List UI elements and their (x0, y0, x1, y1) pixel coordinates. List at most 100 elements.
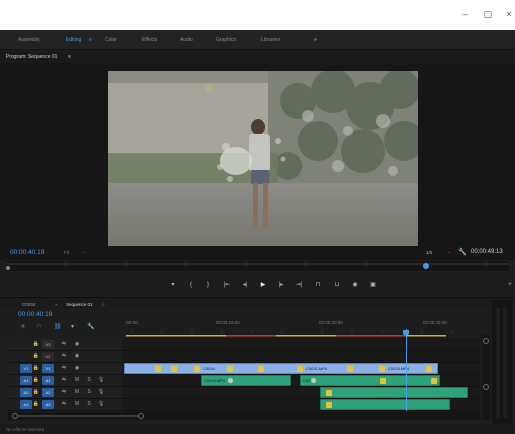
solo-button[interactable]: S (85, 401, 93, 408)
video-clip-track-v1[interactable]: C0034 C0031.MP4 C0033.MP4 (124, 363, 438, 374)
step-forward-icon[interactable]: |▸ (276, 281, 286, 289)
scroll-thumb[interactable] (18, 415, 138, 417)
workspace-tab-audio[interactable]: Audio (180, 37, 193, 43)
chevron-down-icon[interactable]: ⌄ (447, 249, 451, 255)
timeline-menu-icon[interactable]: ≡ (102, 302, 105, 307)
mark-out-icon[interactable]: } (203, 281, 213, 289)
lock-icon[interactable]: 🔒 (32, 365, 40, 372)
scroll-handle-bottom[interactable] (483, 384, 489, 390)
source-patch-a3[interactable]: A3 (20, 400, 32, 409)
track-label[interactable]: A1 (42, 376, 54, 385)
track-label[interactable]: V1 (42, 364, 54, 373)
workspace-tab-effects[interactable]: Effects (142, 37, 157, 43)
source-patch-a1[interactable]: A1 (20, 376, 32, 385)
workspace-tab-assembly[interactable]: Assembly (18, 37, 40, 43)
sync-lock-icon[interactable]: ⇆ (60, 377, 68, 384)
vertical-scrollbar[interactable] (482, 334, 490, 420)
workspace-menu-icon[interactable]: ≡ (89, 37, 92, 43)
eye-icon[interactable]: ◉ (73, 341, 81, 348)
tab-sequence[interactable]: Sequence 01 (66, 302, 93, 307)
close-tab-icon[interactable]: × (55, 302, 58, 307)
lift-icon[interactable]: ⊓ (313, 281, 323, 289)
video-frame (108, 71, 418, 246)
track-label[interactable]: A3 (42, 400, 54, 409)
audio-clip-a3[interactable] (320, 399, 450, 410)
scroll-handle-right[interactable] (138, 413, 144, 419)
mute-button[interactable]: M (73, 389, 81, 396)
program-menu-icon[interactable]: ≡ (68, 54, 71, 60)
scrub-start-handle (6, 266, 10, 270)
minimize-button[interactable]: – (458, 8, 472, 20)
play-icon[interactable]: ▶ (258, 281, 268, 289)
zoom-fit-select[interactable]: Fit (64, 250, 69, 255)
lock-icon[interactable]: 🔒 (32, 353, 40, 360)
solo-button[interactable]: S (85, 389, 93, 396)
lock-icon[interactable]: 🔒 (32, 401, 40, 408)
ruler-label: 00:00:30:00 (319, 320, 343, 325)
track-label[interactable]: V2 (42, 352, 54, 361)
timeline-header: 00:00:40:19 ⊰ ∩ ⛓ ▾ 🔧 -00:00 00:00:15:00… (0, 309, 515, 338)
eye-icon[interactable]: ◉ (73, 353, 81, 360)
scroll-handle-top[interactable] (483, 338, 489, 344)
restore-button[interactable]: ▢ (481, 8, 495, 20)
monitor-scrub-bar[interactable] (6, 261, 509, 271)
mute-button[interactable]: M (73, 401, 81, 408)
track-label[interactable]: A2 (42, 388, 54, 397)
settings-wrench-icon[interactable]: 🔧 (87, 323, 94, 330)
add-button-icon[interactable]: + (505, 281, 515, 289)
step-back-icon[interactable]: ◂| (240, 281, 250, 289)
audio-clip[interactable]: C0034.MP4 (201, 375, 291, 386)
magnet-icon[interactable]: ∩ (37, 323, 41, 329)
tab-clip[interactable]: C0034 (22, 302, 35, 307)
lock-icon[interactable]: 🔒 (32, 377, 40, 384)
playhead-timecode[interactable]: 00:00:40:19 (10, 249, 44, 256)
extract-icon[interactable]: ⊔ (332, 281, 342, 289)
clip-label: C0034 (203, 366, 215, 371)
timeline-timecode[interactable]: 00:00:40:19 (18, 311, 52, 318)
source-patch-v1[interactable]: V1 (20, 364, 32, 373)
workspace-tab-libraries[interactable]: Libraries (261, 37, 280, 43)
workspace-overflow-icon[interactable]: » (314, 37, 317, 43)
add-marker-icon[interactable]: ▾ (168, 281, 178, 289)
solo-button[interactable]: S (85, 377, 93, 384)
audio-clip[interactable]: C0031 (300, 375, 440, 386)
playback-resolution-select[interactable]: 1/2 (426, 250, 432, 255)
go-to-in-icon[interactable]: |⇤ (222, 281, 232, 289)
eye-icon[interactable]: ◉ (73, 365, 81, 372)
source-patch-a2[interactable]: A2 (20, 388, 32, 397)
chevron-down-icon[interactable]: ⌄ (82, 249, 86, 255)
snap-icon[interactable]: ⊰ (20, 323, 25, 330)
microphone-icon[interactable]: 🎙 (97, 401, 105, 408)
mute-button[interactable]: M (73, 377, 81, 384)
fx-badge (194, 366, 200, 372)
sync-lock-icon[interactable]: ⇆ (60, 341, 68, 348)
workspace-tab-color[interactable]: Color (105, 37, 117, 43)
microphone-icon[interactable]: 🎙 (97, 377, 105, 384)
workspace-tab-graphics[interactable]: Graphics (216, 37, 236, 43)
fx-badge (155, 366, 161, 372)
camera-icon[interactable]: ◉ (350, 281, 360, 289)
title-bar: – ▢ × (0, 0, 515, 30)
audio-clip-a2[interactable] (320, 387, 468, 398)
track-label[interactable]: V3 (42, 340, 54, 349)
clip-label: C0034.MP4 (204, 378, 226, 383)
sync-lock-icon[interactable]: ⇆ (60, 401, 68, 408)
button-editor-icon[interactable]: ▣ (368, 281, 378, 289)
lock-icon[interactable]: 🔒 (32, 341, 40, 348)
lock-icon[interactable]: 🔒 (32, 389, 40, 396)
workspace-tab-editing[interactable]: Editing (66, 37, 81, 43)
go-to-out-icon[interactable]: ⇥| (294, 281, 304, 289)
marker-icon[interactable]: ▾ (71, 323, 74, 330)
playhead-line[interactable] (406, 329, 407, 411)
mark-in-icon[interactable]: { (186, 281, 196, 289)
horizontal-scrollbar[interactable] (8, 412, 480, 420)
linked-selection-icon[interactable]: ⛓ (54, 323, 62, 330)
wrench-icon[interactable]: 🔧 (458, 248, 467, 256)
timeline-ruler[interactable] (122, 327, 480, 338)
sync-lock-icon[interactable]: ⇆ (60, 389, 68, 396)
program-monitor-title[interactable]: Program: Sequence 01 (6, 54, 57, 60)
close-button[interactable]: × (502, 8, 515, 20)
microphone-icon[interactable]: 🎙 (97, 389, 105, 396)
sync-lock-icon[interactable]: ⇆ (60, 365, 68, 372)
sync-lock-icon[interactable]: ⇆ (60, 353, 68, 360)
